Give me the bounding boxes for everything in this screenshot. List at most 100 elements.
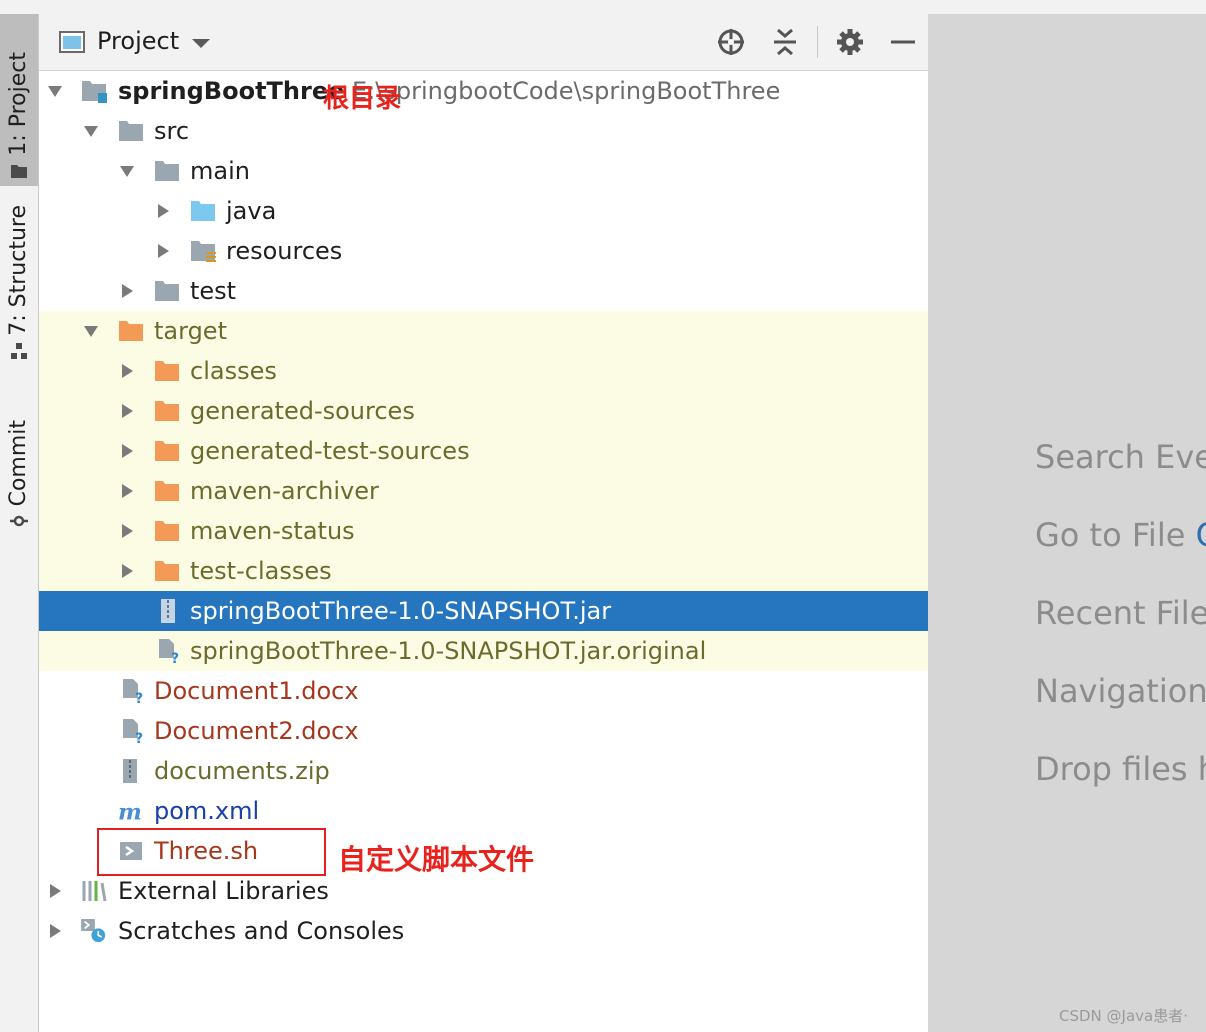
svg-text:?: ? — [135, 691, 143, 703]
collapse-all-icon[interactable] — [769, 26, 801, 58]
commit-tool-tab[interactable]: Commit — [0, 404, 38, 536]
root-path: E:\springbootCode\springBootThree — [352, 77, 781, 105]
folder-icon — [155, 281, 179, 301]
folder-icon — [155, 161, 179, 181]
tree-label-jar: springBootThree-1.0-SNAPSHOT.jar — [190, 597, 612, 625]
tree-row-root[interactable]: springBootThree E:\springbootCode\spring… — [39, 71, 928, 111]
tree-label-document1: Document1.docx — [154, 677, 359, 705]
tree-row-src[interactable]: src — [39, 111, 928, 151]
script-highlight-box — [97, 828, 326, 876]
tree-row-target[interactable]: target — [39, 311, 928, 351]
tree-label-maven-archiver: maven-archiver — [190, 477, 379, 505]
tree-label-target: target — [154, 317, 227, 345]
excluded-folder-icon — [155, 521, 179, 541]
folder-icon — [11, 165, 27, 178]
tree-label-generated-sources: generated-sources — [190, 397, 415, 425]
editor-empty-pane: Search Everywhere Go to File Ctrl+Shift+… — [928, 14, 1206, 1032]
tree-row-document2[interactable]: ? Document2.docx — [39, 711, 928, 751]
chevron-down-icon[interactable] — [191, 38, 211, 50]
watermark: CSDN @Java患者· — [1059, 1007, 1188, 1025]
svg-text:?: ? — [135, 731, 143, 743]
unknown-file-icon: ? — [159, 639, 179, 663]
tree-label-resources: resources — [226, 237, 343, 265]
tree-label-test-classes: test-classes — [190, 557, 332, 585]
expand-arrow-icon[interactable] — [83, 123, 99, 139]
commit-icon — [10, 515, 28, 527]
collapsed-arrow-icon[interactable] — [119, 443, 135, 459]
excluded-folder-icon — [155, 441, 179, 461]
collapsed-arrow-icon[interactable] — [119, 403, 135, 419]
excluded-folder-icon — [119, 321, 143, 341]
hint-recent-files: Recent Files — [1035, 594, 1206, 632]
maven-icon: m — [118, 800, 142, 823]
structure-tab-label: 7: Structure — [6, 205, 31, 336]
tree-row-generated-test-sources[interactable]: generated-test-sources — [39, 431, 928, 471]
tree-row-maven-status[interactable]: maven-status — [39, 511, 928, 551]
panel-title[interactable]: Project — [97, 27, 179, 55]
gear-icon[interactable] — [834, 26, 866, 58]
hide-panel-icon[interactable] — [887, 26, 919, 58]
collapsed-arrow-icon[interactable] — [119, 523, 135, 539]
tree-label-main: main — [190, 157, 250, 185]
project-tab-label: 1: Project — [6, 52, 31, 156]
expand-arrow-icon[interactable] — [47, 83, 63, 99]
project-tool-tab[interactable]: 1: Project — [0, 14, 38, 186]
structure-icon — [11, 343, 27, 359]
tree-label-src: src — [154, 117, 190, 145]
source-folder-icon — [191, 201, 215, 221]
excluded-folder-icon — [155, 481, 179, 501]
tree-row-pom[interactable]: m pom.xml — [39, 791, 928, 831]
collapsed-arrow-icon[interactable] — [119, 563, 135, 579]
tree-row-test-classes[interactable]: test-classes — [39, 551, 928, 591]
collapsed-arrow-icon[interactable] — [155, 243, 171, 259]
root-label: springBootThree E:\springbootCode\spring… — [118, 76, 780, 106]
archive-icon — [123, 759, 137, 783]
hint-drop-files: Drop files here to open — [1035, 750, 1206, 788]
tree-row-java[interactable]: java — [39, 191, 928, 231]
hint-navigation-bar: Navigation Bar — [1035, 672, 1206, 710]
tree-row-maven-archiver[interactable]: maven-archiver — [39, 471, 928, 511]
expand-arrow-icon[interactable] — [119, 163, 135, 179]
collapsed-arrow-icon[interactable] — [119, 363, 135, 379]
svg-text:?: ? — [171, 651, 179, 663]
collapsed-arrow-icon[interactable] — [47, 923, 63, 939]
tree-row-document1[interactable]: ? Document1.docx — [39, 671, 928, 711]
tree-label-scratches: Scratches and Consoles — [118, 917, 405, 945]
tree-label-java: java — [226, 197, 277, 225]
tree-label-maven-status: maven-status — [190, 517, 355, 545]
collapsed-arrow-icon[interactable] — [119, 283, 135, 299]
hint-goto-label: Go to File — [1035, 516, 1186, 554]
excluded-folder-icon — [155, 361, 179, 381]
archive-icon — [161, 599, 175, 623]
locate-icon[interactable] — [715, 26, 747, 58]
tree-label-classes: classes — [190, 357, 277, 385]
excluded-folder-icon — [155, 561, 179, 581]
hint-search-everywhere: Search Everywhere — [1035, 438, 1206, 476]
tree-row-scratches[interactable]: Scratches and Consoles — [39, 911, 928, 951]
tree-row-generated-sources[interactable]: generated-sources — [39, 391, 928, 431]
tree-label-jar-original: springBootThree-1.0-SNAPSHOT.jar.origina… — [190, 637, 707, 665]
script-annotation: 自定义脚本文件 — [338, 843, 535, 876]
unknown-file-icon: ? — [123, 679, 143, 703]
root-name: springBootThree — [118, 77, 345, 105]
tree-row-documents-zip[interactable]: documents.zip — [39, 751, 928, 791]
collapsed-arrow-icon[interactable] — [119, 483, 135, 499]
tree-label-external-libraries: External Libraries — [118, 877, 329, 905]
tree-label-test: test — [190, 277, 237, 305]
tree-row-main[interactable]: main — [39, 151, 928, 191]
project-panel: Project springBootThree E:\springbootCod… — [39, 14, 928, 1032]
tree-label-generated-test-sources: generated-test-sources — [190, 437, 470, 465]
collapsed-arrow-icon[interactable] — [47, 883, 63, 899]
expand-arrow-icon[interactable] — [83, 323, 99, 339]
root-annotation: 根目录 — [323, 84, 402, 114]
resources-folder-icon — [191, 241, 216, 262]
scratches-icon — [81, 919, 106, 943]
structure-tool-tab[interactable]: 7: Structure — [0, 204, 38, 366]
tree-row-jar-original[interactable]: ? springBootThree-1.0-SNAPSHOT.jar.origi… — [39, 631, 928, 671]
tree-row-test[interactable]: test — [39, 271, 928, 311]
hint-goto-file: Go to File Ctrl+Shift+N — [1035, 516, 1206, 554]
collapsed-arrow-icon[interactable] — [155, 203, 171, 219]
tree-row-resources[interactable]: resources — [39, 231, 928, 271]
tree-row-jar[interactable]: springBootThree-1.0-SNAPSHOT.jar — [39, 591, 928, 631]
tree-row-classes[interactable]: classes — [39, 351, 928, 391]
